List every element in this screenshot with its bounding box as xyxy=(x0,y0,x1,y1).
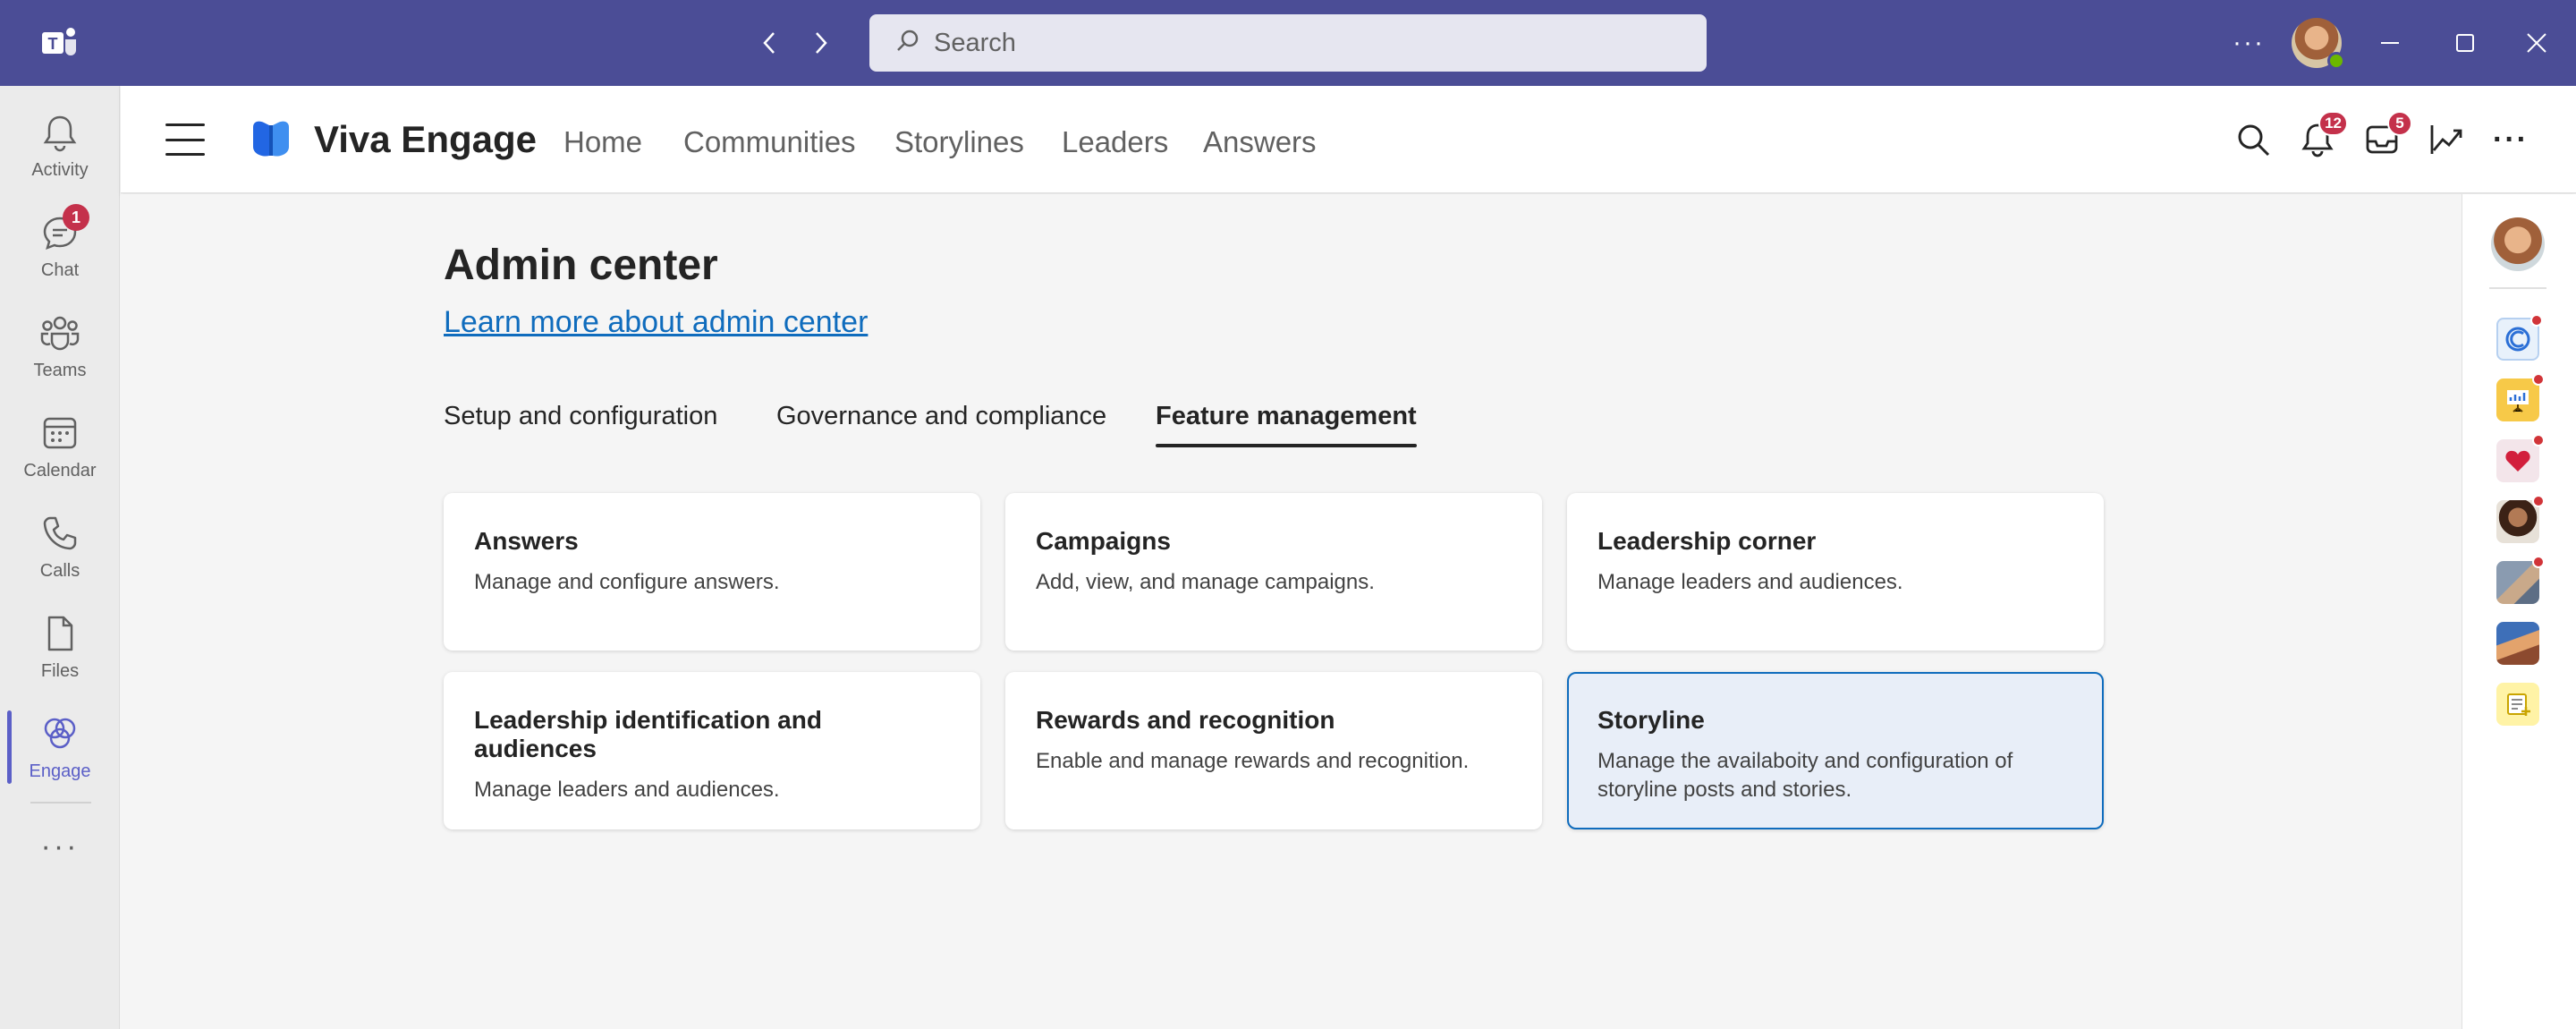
card-description: Manage the availaboity and configuration… xyxy=(1597,749,2013,802)
tab-setup-and-configuration[interactable]: Setup and configuration xyxy=(444,402,717,447)
user-avatar-right[interactable] xyxy=(2491,217,2545,271)
search-placeholder: Search xyxy=(934,28,1016,57)
presence-available-icon xyxy=(2327,52,2345,70)
nav-leaders[interactable]: Leaders xyxy=(1062,125,1168,159)
card-description: Add, view, and manage campaigns. xyxy=(1036,570,1375,594)
rail-item-calls[interactable]: Calls xyxy=(0,497,120,596)
notifications-badge: 12 xyxy=(2318,111,2348,136)
more-apps-icon: ··· xyxy=(40,829,80,863)
nav-home[interactable]: Home xyxy=(564,125,642,159)
engage-icon xyxy=(44,718,76,748)
card-answers[interactable]: Answers Manage and configure answers. xyxy=(444,493,980,651)
rail-label-calls: Calls xyxy=(39,560,80,581)
user-avatar[interactable] xyxy=(2292,18,2345,70)
rail-label-activity: Activity xyxy=(31,159,89,180)
minimize-icon[interactable] xyxy=(2372,27,2408,59)
card-rewards-and-recognition[interactable]: Rewards and recognition Enable and manag… xyxy=(1005,672,1542,829)
app-header: Viva Engage Home Communities Storylines … xyxy=(121,86,2576,193)
file-icon xyxy=(47,616,73,651)
card-leadership-corner[interactable]: Leadership corner Manage leaders and aud… xyxy=(1567,493,2104,651)
app-team-photo-icon[interactable] xyxy=(2496,622,2539,665)
app-copilot-icon[interactable] xyxy=(2496,314,2543,361)
analytics-icon[interactable] xyxy=(2427,120,2466,159)
card-title: Rewards and recognition xyxy=(1036,706,1335,734)
teams-logo-icon[interactable]: T xyxy=(39,23,80,63)
app-title[interactable]: Viva Engage xyxy=(314,118,537,161)
app-note-icon[interactable] xyxy=(2496,683,2539,726)
calendar-icon xyxy=(43,417,77,448)
app-heart-icon[interactable] xyxy=(2496,434,2545,482)
card-leadership-identification[interactable]: Leadership identification and audiences … xyxy=(444,672,980,829)
app-presentation-icon[interactable] xyxy=(2496,373,2545,421)
inbox-badge: 5 xyxy=(2387,111,2412,136)
tab-feature-management[interactable]: Feature management xyxy=(1156,402,1417,447)
chat-badge: 1 xyxy=(63,204,89,231)
card-campaigns[interactable]: Campaigns Add, view, and manage campaign… xyxy=(1005,493,1542,651)
card-title: Answers xyxy=(474,527,579,555)
maximize-icon[interactable] xyxy=(2447,27,2483,59)
inbox-icon[interactable]: 5 xyxy=(2362,111,2412,159)
tab-governance-and-compliance[interactable]: Governance and compliance xyxy=(776,402,1106,447)
forward-arrow-icon[interactable] xyxy=(805,27,837,59)
notification-dot xyxy=(2530,314,2543,327)
nav-answers[interactable]: Answers xyxy=(1203,125,1317,159)
app-bar: Activity 1 Chat Teams Calendar Calls Fil… xyxy=(0,86,120,1029)
notification-dot xyxy=(2532,434,2545,446)
rail-item-calendar[interactable]: Calendar xyxy=(0,397,120,496)
card-description: Manage and configure answers. xyxy=(474,570,780,594)
card-description: Manage leaders and audiences. xyxy=(474,778,780,802)
card-title: Leadership corner xyxy=(1597,527,1817,555)
notifications-icon[interactable]: 12 xyxy=(2298,111,2348,159)
bell-icon xyxy=(43,115,77,151)
nav-storylines[interactable]: Storylines xyxy=(894,125,1024,159)
right-app-rail xyxy=(2462,194,2576,1029)
svg-text:T: T xyxy=(48,35,58,53)
hamburger-menu-icon[interactable] xyxy=(165,123,205,156)
viva-engage-logo-icon xyxy=(253,121,289,157)
rail-label-engage: Engage xyxy=(29,761,91,781)
rail-item-teams[interactable]: Teams xyxy=(0,297,120,395)
card-description: Enable and manage rewards and recognitio… xyxy=(1036,749,1470,773)
back-arrow-icon[interactable] xyxy=(753,27,785,59)
search-input[interactable]: Search xyxy=(869,14,1707,72)
notification-dot xyxy=(2532,495,2545,507)
right-rail-separator xyxy=(2489,287,2546,289)
card-storyline[interactable]: Storyline Manage the availaboity and con… xyxy=(1567,672,2104,829)
nav-communities[interactable]: Communities xyxy=(683,125,856,159)
header-search-icon[interactable] xyxy=(2233,120,2273,159)
notification-dot xyxy=(2532,556,2545,568)
rail-label-teams: Teams xyxy=(33,360,87,380)
app-group-photo-icon[interactable] xyxy=(2496,556,2545,604)
rail-label-chat: Chat xyxy=(40,259,80,280)
phone-icon xyxy=(43,516,77,549)
page-title: Admin center xyxy=(444,242,718,289)
rail-item-files[interactable]: Files xyxy=(0,598,120,696)
learn-more-link[interactable]: Learn more about admin center xyxy=(444,305,868,340)
rail-item-engage[interactable]: Engage xyxy=(0,698,120,796)
rail-label-files: Files xyxy=(40,660,80,681)
teams-icon xyxy=(40,316,80,350)
search-icon xyxy=(894,28,921,59)
rail-label-calendar: Calendar xyxy=(23,460,97,480)
card-title: Storyline xyxy=(1597,706,1705,734)
card-title: Campaigns xyxy=(1036,527,1171,555)
rail-separator xyxy=(30,802,91,804)
title-bar: T Search ··· xyxy=(0,0,2576,86)
rail-item-activity[interactable]: Activity xyxy=(0,97,120,195)
card-description: Manage leaders and audiences. xyxy=(1597,570,1903,594)
card-title: Leadership identification and audiences xyxy=(474,706,822,762)
close-icon[interactable] xyxy=(2519,27,2555,59)
notification-dot xyxy=(2532,373,2545,386)
header-more-icon[interactable]: ··· xyxy=(2491,120,2530,159)
admin-center-page: Admin center Learn more about admin cent… xyxy=(121,194,2462,1029)
rail-item-chat[interactable]: 1 Chat xyxy=(0,197,120,295)
more-apps-button[interactable]: ··· xyxy=(0,811,120,882)
app-person-photo-icon[interactable] xyxy=(2496,495,2545,543)
more-options-icon[interactable]: ··· xyxy=(2231,27,2267,59)
